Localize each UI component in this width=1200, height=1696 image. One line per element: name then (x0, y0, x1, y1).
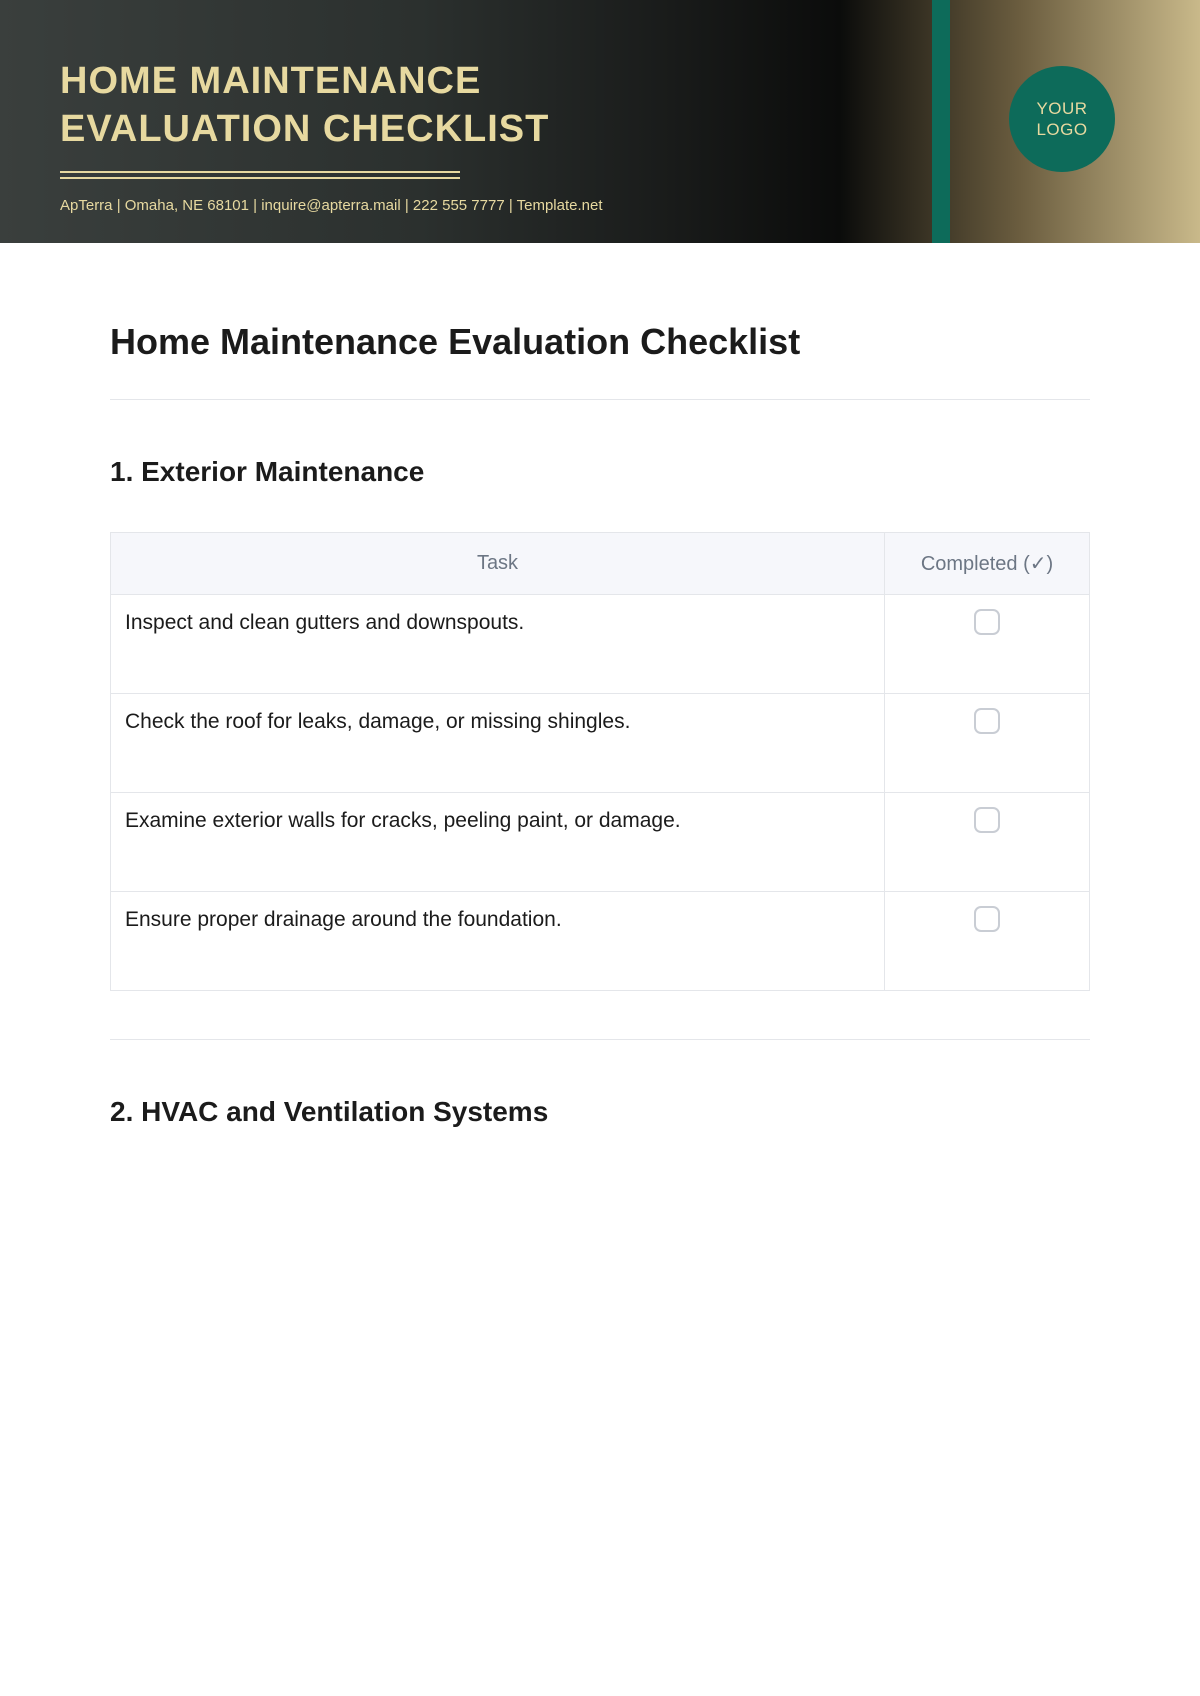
logo-line1: YOUR (1036, 99, 1087, 118)
banner-title: HOME MAINTENANCE EVALUATION CHECKLIST (60, 58, 1140, 153)
document-title: Home Maintenance Evaluation Checklist (110, 321, 1090, 363)
task-cell: Check the roof for leaks, damage, or mis… (111, 694, 885, 793)
completed-cell (885, 793, 1090, 892)
task-cell: Inspect and clean gutters and downspouts… (111, 595, 885, 694)
col-header-completed: Completed (✓) (885, 533, 1090, 595)
banner-vertical-stripe (932, 0, 950, 243)
col-header-task: Task (111, 533, 885, 595)
banner-title-line1: HOME MAINTENANCE (60, 60, 481, 102)
checkbox[interactable] (974, 609, 1000, 635)
logo-line2: LOGO (1036, 120, 1087, 139)
table-header-row: Task Completed (✓) (111, 533, 1090, 595)
table-row: Examine exterior walls for cracks, peeli… (111, 793, 1090, 892)
banner-title-line2: EVALUATION CHECKLIST (60, 108, 549, 150)
section-1-table: Task Completed (✓) Inspect and clean gut… (110, 532, 1090, 991)
logo-placeholder: YOUR LOGO (1009, 66, 1115, 172)
completed-cell (885, 595, 1090, 694)
divider (110, 1039, 1090, 1040)
table-row: Ensure proper drainage around the founda… (111, 892, 1090, 991)
content: Home Maintenance Evaluation Checklist 1.… (0, 243, 1200, 1128)
banner: HOME MAINTENANCE EVALUATION CHECKLIST Ap… (0, 0, 1200, 243)
completed-cell (885, 694, 1090, 793)
table-row: Inspect and clean gutters and downspouts… (111, 595, 1090, 694)
section-1-title: 1. Exterior Maintenance (110, 456, 1090, 488)
divider (110, 399, 1090, 400)
checkbox[interactable] (974, 708, 1000, 734)
table-row: Check the roof for leaks, damage, or mis… (111, 694, 1090, 793)
section-2-title: 2. HVAC and Ventilation Systems (110, 1096, 1090, 1128)
task-cell: Ensure proper drainage around the founda… (111, 892, 885, 991)
checkbox[interactable] (974, 807, 1000, 833)
banner-meta: ApTerra | Omaha, NE 68101 | inquire@apte… (60, 197, 1140, 214)
task-cell: Examine exterior walls for cracks, peeli… (111, 793, 885, 892)
completed-cell (885, 892, 1090, 991)
banner-divider (60, 171, 460, 179)
checkbox[interactable] (974, 906, 1000, 932)
